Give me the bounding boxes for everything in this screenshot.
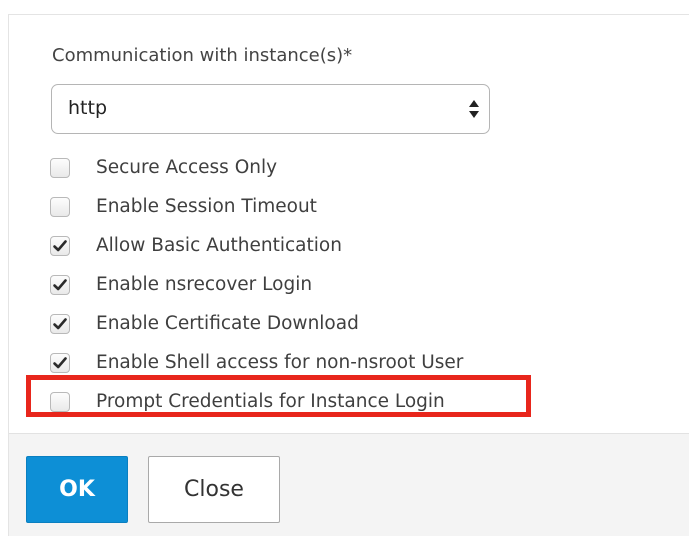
checkbox-checked[interactable] (50, 313, 70, 334)
checkmark-icon (53, 317, 67, 329)
option-enable-certificate-download: Enable Certificate Download (50, 304, 463, 343)
communication-select[interactable]: http (51, 84, 490, 134)
ok-button[interactable]: OK (26, 456, 128, 523)
close-button[interactable]: Close (148, 456, 280, 523)
checkmark-icon (53, 278, 67, 290)
checkbox[interactable] (50, 157, 70, 178)
communication-select-value: http (68, 97, 108, 119)
option-enable-session-timeout: Enable Session Timeout (50, 187, 463, 226)
checkmark-icon (53, 356, 67, 368)
checkbox-checked[interactable] (50, 352, 70, 373)
option-prompt-credentials: Prompt Credentials for Instance Login (50, 382, 463, 421)
option-secure-access-only: Secure Access Only (50, 148, 463, 187)
checkbox-checked[interactable] (50, 274, 70, 295)
checkbox[interactable] (50, 391, 70, 412)
option-label[interactable]: Enable nsrecover Login (96, 274, 312, 295)
dialog-footer: OK Close (9, 433, 689, 536)
option-label[interactable]: Prompt Credentials for Instance Login (96, 391, 445, 412)
select-updown-icon (468, 98, 480, 120)
option-label[interactable]: Allow Basic Authentication (96, 235, 342, 256)
option-label[interactable]: Enable Certificate Download (96, 313, 359, 334)
option-label[interactable]: Enable Shell access for non-nsroot User (96, 352, 463, 373)
checkbox-checked[interactable] (50, 235, 70, 256)
option-allow-basic-authentication: Allow Basic Authentication (50, 226, 463, 265)
option-enable-nsrecover-login: Enable nsrecover Login (50, 265, 463, 304)
options-checklist: Secure Access Only Enable Session Timeou… (50, 148, 463, 421)
option-label[interactable]: Secure Access Only (96, 157, 277, 178)
communication-label: Communication with instance(s)* (52, 45, 353, 66)
option-label[interactable]: Enable Session Timeout (96, 196, 317, 217)
option-enable-shell-access: Enable Shell access for non-nsroot User (50, 343, 463, 382)
checkmark-icon (53, 239, 67, 251)
checkbox[interactable] (50, 196, 70, 217)
